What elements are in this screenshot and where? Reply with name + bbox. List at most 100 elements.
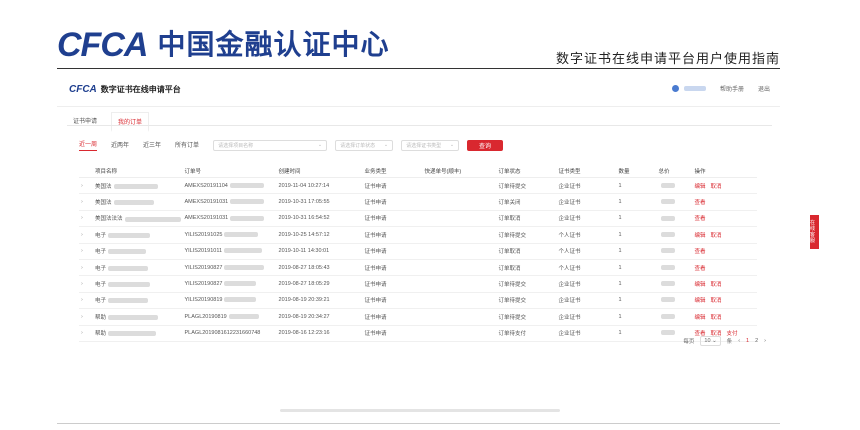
chevron-right-icon[interactable]: › (81, 248, 83, 254)
order-status-cell: 订单取消 (496, 210, 557, 228)
row-action-link[interactable]: 编辑 (695, 298, 706, 304)
column-header-express-no: 快递单号(顺丰) (422, 164, 497, 178)
order-status-select[interactable]: 请选择订单状态 ⌄ (335, 139, 394, 151)
table-row[interactable]: › 电子 YILIS20190827 2019-08-27 18:05:29 证书申请 订… (79, 275, 757, 293)
expand-cell[interactable]: › (79, 259, 93, 277)
table-row[interactable]: › 电子 YILIS20191025 2019-10-25 14:57:12 证书申请 订… (79, 226, 757, 244)
range-last-week[interactable]: 近一周 (79, 139, 98, 151)
range-last-three-years[interactable]: 近三年 (143, 140, 161, 151)
redacted-text (108, 314, 159, 320)
actions-cell: 查看 (692, 243, 757, 260)
created-time-cell: 2019-11-04 10:27:14 (276, 177, 363, 195)
user-account[interactable] (671, 85, 706, 92)
row-action-link[interactable]: 取消 (711, 298, 722, 304)
order-number-cell: YILIS20190827 (182, 275, 277, 293)
help-manual-link[interactable]: 帮助手册 (720, 84, 744, 93)
created-time-cell: 2019-10-25 14:57:12 (276, 226, 363, 244)
page-2-button[interactable]: 2 (755, 338, 758, 344)
redacted-text (108, 232, 151, 238)
row-action-link[interactable]: 取消 (711, 315, 722, 321)
row-action-link[interactable]: 取消 (711, 184, 722, 190)
prev-page-button[interactable]: ‹ (738, 338, 740, 344)
created-time-cell: 2019-08-16 12:23:16 (276, 325, 363, 342)
per-page-select[interactable]: 10 ⌄ (700, 336, 721, 346)
row-action-link[interactable]: 查看 (695, 266, 706, 272)
row-action-link[interactable]: 编辑 (695, 184, 706, 190)
table-row[interactable]: › 美国法 AMEXS20191031 2019-10-31 17:05:55 证书申请… (79, 193, 757, 211)
next-page-button[interactable]: › (764, 338, 766, 344)
main-tabs: 证书申请 我的订单 (67, 112, 150, 132)
expand-cell[interactable]: › (79, 193, 93, 211)
tab-certificate-apply[interactable]: 证书申请 (67, 112, 103, 132)
table-row[interactable]: › 电子 YILIS20191011 2019-10-11 14:30:01 证书申请 订… (79, 243, 757, 260)
project-name-select[interactable]: 请选择项目名称 ⌄ (213, 139, 328, 151)
project-name-cell: 电子 (93, 275, 183, 293)
quantity-cell-text: 1 (618, 313, 622, 320)
query-button[interactable]: 查询 (467, 139, 504, 151)
table-row[interactable]: › 美国法 AMEXS20191104 2019-11-04 10:27:14 证书申请… (79, 177, 757, 195)
order-status-cell: 订单待提交 (496, 226, 557, 244)
row-action-link[interactable]: 查看 (695, 200, 706, 206)
business-type-cell-text: 证书申请 (364, 249, 387, 256)
chevron-right-icon[interactable]: › (81, 330, 83, 336)
business-type-cell: 证书申请 (362, 275, 423, 293)
order-status-cell-text: 订单待提交 (498, 298, 527, 305)
express-number-cell (422, 193, 497, 211)
chevron-right-icon[interactable]: › (81, 232, 83, 238)
certificate-type-cell: 企业证书 (556, 308, 617, 326)
expand-cell[interactable]: › (79, 308, 93, 326)
actions-cell: 查看 (692, 193, 757, 211)
expand-cell[interactable]: › (79, 210, 93, 228)
chevron-right-icon[interactable]: › (81, 265, 83, 271)
expand-cell[interactable]: › (79, 292, 93, 310)
tab-my-orders[interactable]: 我的订单 (111, 112, 150, 132)
order-number-cell-text: YILIS20191011 (184, 248, 223, 255)
chevron-right-icon[interactable]: › (81, 314, 83, 320)
expand-cell[interactable]: › (79, 325, 93, 342)
quantity-cell-text: 1 (618, 281, 622, 288)
row-action-link[interactable]: 编辑 (695, 282, 706, 288)
chevron-right-icon[interactable]: › (81, 281, 83, 287)
business-type-cell: 证书申请 (362, 193, 423, 211)
header-divider (57, 68, 780, 69)
business-type-cell: 证书申请 (362, 226, 423, 244)
cfca-brand-logo: CFCA 中国金融认证中心 (57, 28, 389, 62)
app-logo[interactable]: CFCA 数字证书在线申请平台 (69, 84, 181, 95)
logout-link[interactable]: 退出 (758, 84, 770, 93)
row-action-link[interactable]: 查看 (695, 216, 706, 222)
certificate-type-select[interactable]: 请选择证书类型 ⌄ (401, 139, 460, 151)
redacted-text (660, 281, 675, 287)
guide-title: 数字证书在线申请平台用户使用指南 (555, 52, 780, 67)
column-header-created: 创建时间 (276, 164, 363, 178)
expand-cell[interactable]: › (79, 226, 93, 244)
range-last-two-years[interactable]: 近两年 (111, 140, 129, 151)
order-status-cell-text: 订单取消 (498, 265, 521, 272)
row-action-link[interactable]: 取消 (711, 282, 722, 288)
range-all-orders[interactable]: 所有订单 (175, 140, 199, 151)
column-header-actions: 操作 (692, 164, 757, 178)
row-action-link[interactable]: 编辑 (695, 315, 706, 321)
chevron-right-icon[interactable]: › (81, 183, 83, 189)
online-support-tab[interactable]: 在线客服 (810, 215, 819, 249)
row-action-link[interactable]: 编辑 (695, 233, 706, 239)
actions-cell: 编辑 取消 (692, 177, 757, 195)
expand-cell[interactable]: › (79, 177, 93, 195)
table-row[interactable]: › 美国法法法 AMEXS20191031 2019-10-31 16:54:52 证书… (79, 210, 757, 228)
project-name-cell: 帮助 (93, 325, 183, 342)
table-row[interactable]: › 电子 YILIS20190819 2019-08-19 20:39:21 证书申请 订… (79, 292, 757, 310)
table-row[interactable]: › 帮助 PLAGL2019081612231660748 2019-08-16 12… (79, 325, 757, 342)
row-action-link[interactable]: 取消 (711, 233, 722, 239)
created-time-cell-text: 2019-10-31 17:05:55 (278, 199, 330, 206)
chevron-right-icon[interactable]: › (81, 199, 83, 205)
chevron-right-icon[interactable]: › (81, 297, 83, 303)
chevron-right-icon[interactable]: › (81, 215, 83, 221)
page-1-button[interactable]: 1 (746, 338, 749, 344)
table-row[interactable]: › 帮助 PLAGL20190819 2019-08-19 20:34:27 证书申请 订… (79, 308, 757, 326)
expand-cell[interactable]: › (79, 275, 93, 293)
project-name-cell: 美国法法法 (93, 210, 183, 228)
table-row[interactable]: › 电子 YILIS20190827 2019-08-27 18:05:43 证书申请 订… (79, 259, 757, 277)
order-status-cell-text: 订单待提交 (498, 282, 527, 289)
expand-cell[interactable]: › (79, 243, 93, 260)
redacted-text (124, 216, 181, 222)
row-action-link[interactable]: 查看 (695, 249, 706, 255)
